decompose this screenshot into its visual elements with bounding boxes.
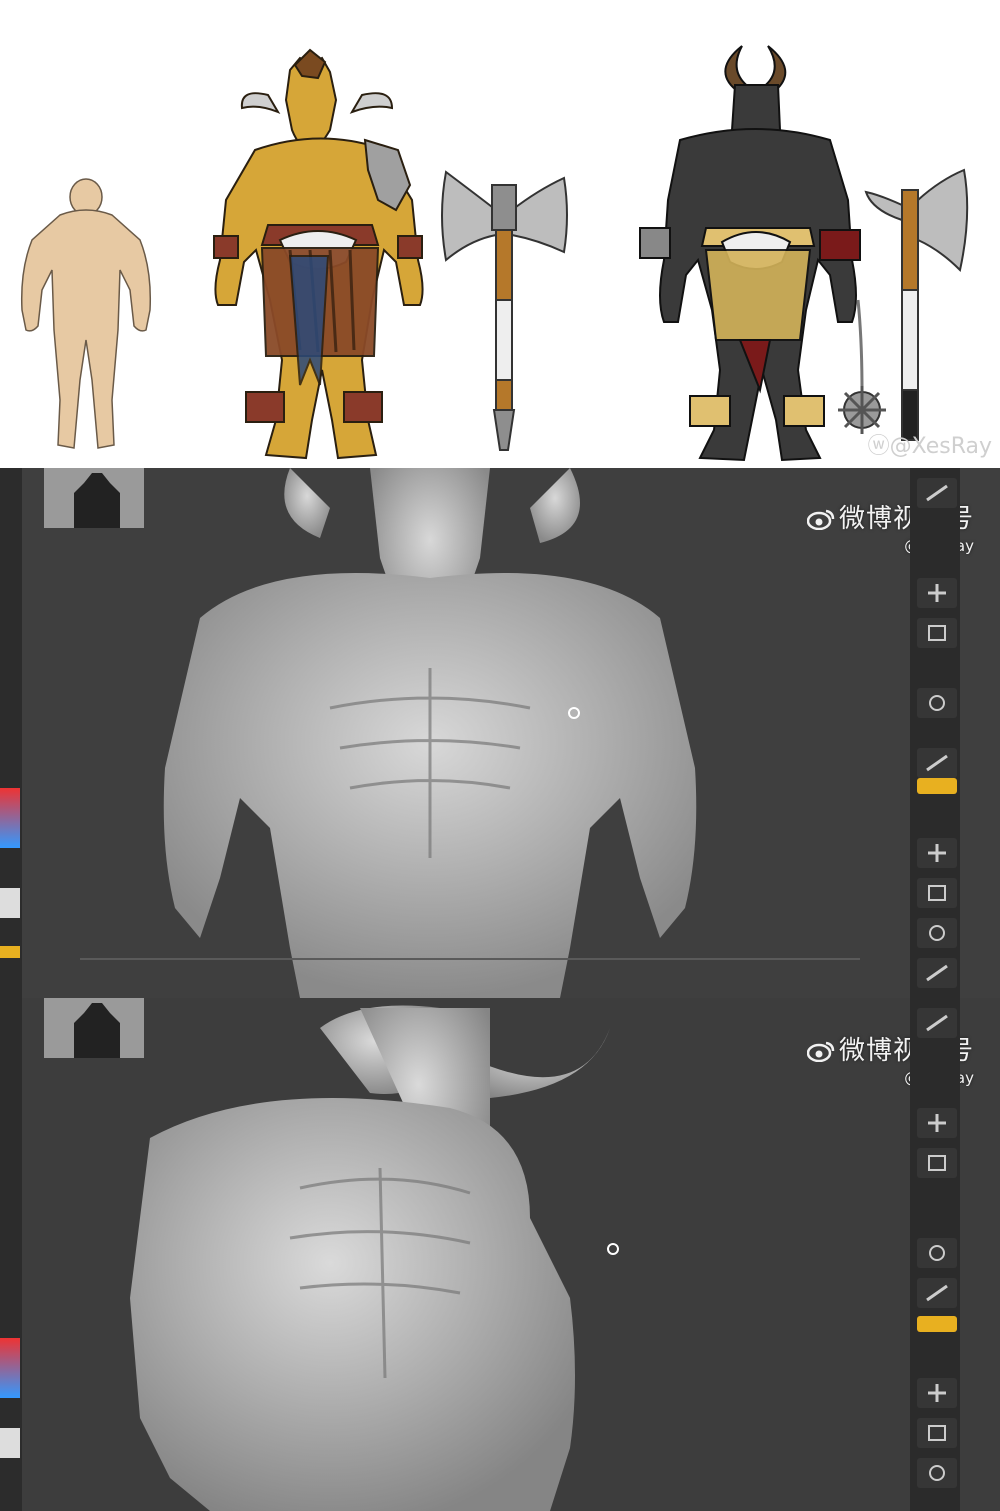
tool-brush-icon [926, 1284, 948, 1302]
tool-brush-icon [926, 964, 948, 982]
tool-button-7[interactable] [917, 878, 957, 908]
tool-button-1[interactable] [917, 1008, 957, 1038]
sculpt-model-front [163, 468, 697, 998]
sculpt-screenshot-angle: 微博视频号 @XesRay [0, 998, 1000, 1511]
tool-button-6[interactable] [917, 1378, 957, 1408]
tool-button-9[interactable] [917, 958, 957, 988]
material-swatch[interactable] [0, 1428, 20, 1458]
tool-scale-icon [928, 1425, 946, 1441]
tool-move-icon [928, 1384, 946, 1402]
tool-button-3[interactable] [917, 1148, 957, 1178]
left-accent-swatch[interactable] [0, 946, 20, 958]
tool-rotate-icon [929, 1245, 945, 1261]
tool-button-7[interactable] [917, 1418, 957, 1448]
tool-button-8[interactable] [917, 1458, 957, 1488]
tool-button-active[interactable] [917, 1316, 957, 1332]
rotation-handle-icon[interactable] [565, 704, 583, 722]
tool-button-4[interactable] [917, 1238, 957, 1268]
tool-button-2[interactable] [917, 578, 957, 608]
concept-credit-text: ⓦ@XesRay [867, 434, 992, 459]
concept-art-panel: ⓦ@XesRay [0, 0, 1000, 468]
tool-button-active[interactable] [917, 778, 957, 794]
weibo-logo-icon [806, 509, 835, 530]
tool-rotate-icon [929, 695, 945, 711]
tool-button-3[interactable] [917, 618, 957, 648]
left-tool-strip[interactable] [0, 468, 22, 998]
rotation-handle-icon[interactable] [604, 1240, 622, 1258]
dark-minotaur-axe [864, 168, 969, 441]
sculpt-screenshot-front: 微博视频号 @XesRay [0, 468, 1000, 998]
tool-brush-icon [926, 754, 948, 772]
base-body-silhouette [20, 178, 152, 449]
tool-brush-icon [926, 484, 948, 502]
tool-move-icon [928, 844, 946, 862]
tool-button-1[interactable] [917, 478, 957, 508]
tool-scale-icon [928, 885, 946, 901]
tool-move-icon [928, 1114, 946, 1132]
concept-art-illustration [20, 45, 969, 462]
golden-minotaur-figure [213, 48, 424, 460]
weibo-logo-icon [806, 1041, 835, 1062]
right-tool-strip[interactable] [910, 998, 960, 1511]
left-tool-strip[interactable] [0, 998, 22, 1511]
sculpt-model-angle [130, 1005, 610, 1511]
tool-scale-icon [928, 625, 946, 641]
tool-rotate-icon [929, 1465, 945, 1481]
color-picker-swatch[interactable] [0, 788, 20, 848]
tool-button-2[interactable] [917, 1108, 957, 1138]
golden-minotaur-axe [441, 170, 568, 451]
color-picker-swatch[interactable] [0, 1338, 20, 1398]
tool-brush-icon [926, 1014, 948, 1032]
tool-button-4[interactable] [917, 688, 957, 718]
floor-grid-line [80, 958, 860, 960]
tool-move-icon [928, 584, 946, 602]
material-swatch[interactable] [0, 888, 20, 918]
dark-minotaur-figure [639, 45, 861, 462]
tool-button-5[interactable] [917, 1278, 957, 1308]
weibo-logo-icon: ⓦ [867, 434, 890, 459]
tool-button-6[interactable] [917, 838, 957, 868]
tool-button-5[interactable] [917, 748, 957, 778]
tool-button-8[interactable] [917, 918, 957, 948]
tool-rotate-icon [929, 925, 945, 941]
right-tool-strip[interactable] [910, 468, 960, 998]
tool-scale-icon [928, 1155, 946, 1171]
